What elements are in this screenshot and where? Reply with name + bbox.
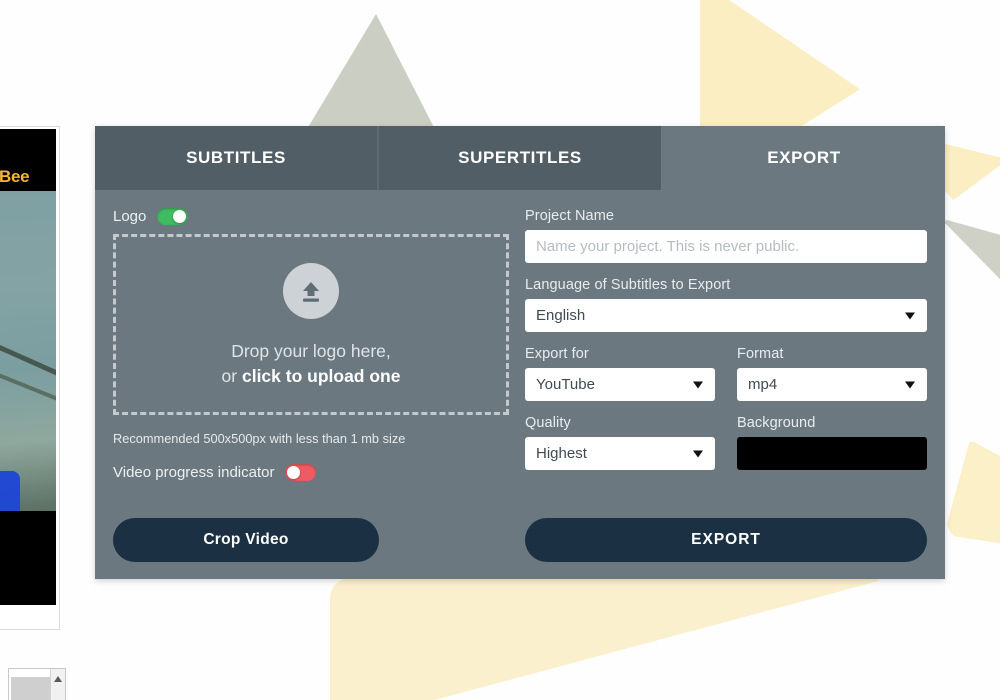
decorative-shape-yellow-right [944,440,1000,550]
dropzone-secondary-prefix: or [221,365,242,386]
background-color-swatch[interactable] [737,437,927,470]
video-preview-panel[interactable]: Bee -3:33 [0,126,60,630]
progress-toggle-knob [287,466,301,479]
decorative-triangle-yellow-bottom [330,578,890,700]
export-for-field: Export for YouTube [525,346,715,401]
video-letterbox-bottom [0,511,56,605]
quality-select[interactable]: Highest [525,437,715,470]
upload-icon [283,262,339,319]
quality-background-row: Quality Highest Background [525,415,927,470]
project-name-field: Project Name [525,208,927,263]
logo-toggle-row: Logo [113,208,509,225]
dropzone-primary-text: Drop your logo here, [231,340,391,361]
dropzone-secondary-text: or click to upload one [222,366,401,387]
video-frame-image [0,191,56,519]
logo-recommendation-text: Recommended 500x500px with less than 1 m… [113,431,406,446]
export-dialog-panel: SUBTITLES SUPERTITLES EXPORT Logo Drop y… [95,126,945,579]
background-label: Background [737,415,816,431]
chevron-down-icon [905,312,915,319]
progress-toggle-switch[interactable] [285,464,317,481]
dropzone-upload-link[interactable]: click to upload one [242,366,401,386]
quality-select-value: Highest [536,445,587,462]
export-for-select-value: YouTube [536,376,595,393]
project-name-input[interactable] [525,230,927,263]
language-field: Language of Subtitles to Export English [525,277,927,332]
dialog-tabs: SUBTITLES SUPERTITLES EXPORT [95,126,945,190]
logo-toggle-label: Logo [113,208,147,225]
tab-subtitles-label: SUBTITLES [186,148,286,167]
tab-export[interactable]: EXPORT [661,126,945,190]
tab-supertitles-label: SUPERTITLES [458,148,582,167]
chevron-down-icon [693,381,703,388]
tab-subtitles[interactable]: SUBTITLES [95,126,377,190]
language-select[interactable]: English [525,299,927,332]
chevron-down-icon [905,381,915,388]
progress-toggle-label: Video progress indicator [113,464,275,481]
dialog-footer: Crop Video EXPORT [95,501,945,579]
tab-export-label: EXPORT [767,148,841,167]
background-scroll-content [11,677,51,700]
export-button[interactable]: EXPORT [525,518,927,562]
logo-toggle-knob [173,210,187,223]
progress-toggle-row: Video progress indicator [113,464,509,481]
scrollbar-vertical[interactable] [50,669,65,700]
logo-dropzone[interactable]: Drop your logo here, or click to upload … [113,234,509,415]
scroll-up-arrow-icon[interactable] [54,676,62,682]
crop-video-button[interactable]: Crop Video [113,518,380,562]
format-field: Format mp4 [737,346,927,401]
app-root: Bee -3:33 SUBTITLES SUPERTITLES EXPO [0,0,1000,700]
quality-label: Quality [525,415,571,431]
format-label: Format [737,346,784,362]
video-overlay-title: Bee [0,167,30,186]
language-label: Language of Subtitles to Export [525,277,731,293]
project-name-label: Project Name [525,208,615,224]
tab-supertitles[interactable]: SUPERTITLES [377,126,661,190]
format-select[interactable]: mp4 [737,368,927,401]
export-for-select[interactable]: YouTube [525,368,715,401]
format-select-value: mp4 [748,376,778,393]
background-scroll-box[interactable] [8,668,66,700]
decorative-triangle-gray-right [940,218,1000,328]
export-for-label: Export for [525,346,589,362]
quality-field: Quality Highest [525,415,715,470]
export-format-row: Export for YouTube Format mp4 [525,346,927,401]
background-field: Background [737,415,927,470]
chevron-down-icon [693,450,703,457]
video-preview-canvas[interactable]: Bee -3:33 [0,129,56,605]
logo-toggle-switch[interactable] [157,208,189,225]
language-select-value: English [536,307,586,324]
